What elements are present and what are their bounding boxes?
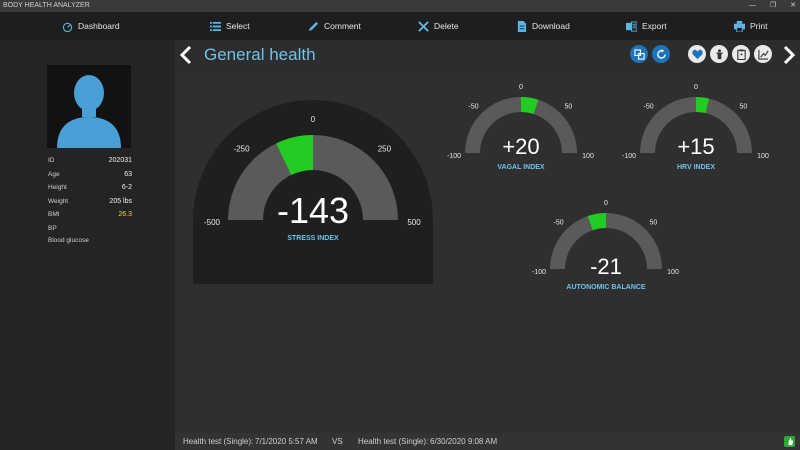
patient-sidebar: ID 202031 Age 63 Height 6-2 Weight 205 lbs BMI 26… [0,40,175,450]
gauge-tick-label: -100 [532,269,546,276]
select-label: Select [226,21,250,31]
patient-row-blood-glucose: Blood glucose [48,237,132,244]
gauge-tick-label: 100 [757,153,769,160]
gauge-tick-label: 250 [378,145,392,154]
person-icon [57,75,121,148]
autonomic-gauge: -100 -50 0 50 100 -21 AUTONOMIC BALANCE [532,200,679,291]
gauge-tick-label: -100 [622,153,636,160]
patient-label: Blood glucose [48,237,89,244]
vagal-gauge: -100 -50 0 50 100 +20 VAGAL INDEX [447,84,594,171]
patient-label: BP [48,225,57,232]
gauge-tick-label: 0 [519,84,523,91]
stress-gauge: -500 -250 0 250 500 -143 STRESS INDEX [193,100,433,284]
hrv-gauge: -100 -50 0 50 100 +15 HRV INDEX [622,84,769,171]
patient-avatar [47,65,131,148]
patient-row-bp: BP [48,225,132,232]
comment-button[interactable]: Comment [308,12,361,40]
gauge-area: -500-2500250500-143STRESS INDEX-100-5005… [193,84,769,291]
thumbs-up-icon [784,436,795,447]
gauge-value: +20 [502,134,539,159]
sidebar-footer [0,433,175,450]
gauge-tick-label: 50 [649,220,657,227]
gauge-tick-label: 50 [739,104,747,111]
print-button[interactable]: Print [734,12,767,40]
close-icon[interactable]: ✕ [790,0,796,12]
right-test-date: 6/30/2020 9:08 AM [430,437,498,446]
gauge-tick-label: -100 [447,153,461,160]
select-button[interactable]: Select [210,12,250,40]
document-icon [517,20,527,32]
patient-value: 26.3 [118,211,132,218]
vs-label: VS [332,437,343,446]
gauge-tick-label: -50 [469,104,479,111]
delete-label: Delete [434,21,459,31]
gauge-label: AUTONOMIC BALANCE [566,284,646,291]
patient-value: 6-2 [121,184,132,191]
patient-row-age: Age 63 [48,171,132,178]
toolbar: Dashboard Select Comment Delete Download… [0,12,800,40]
dashboard-button[interactable]: Dashboard [62,12,120,40]
gauge-tick-label: 0 [311,115,316,124]
dashboard-label: Dashboard [78,21,120,31]
list-icon [210,21,221,31]
pencil-icon [308,21,319,31]
patient-label: Weight [48,198,69,205]
gauge-tick-label: 50 [564,104,572,111]
gauge-label: VAGAL INDEX [497,164,545,171]
gauge-tick-label: 500 [407,218,421,227]
app-title: BODY HEALTH ANALYZER [3,2,90,9]
printer-icon [734,20,745,32]
patient-value: 202031 [108,157,132,164]
gauge-tick-label: -250 [234,145,251,154]
patient-label: Age [48,171,60,178]
patient-value: 205 lbs [109,198,132,205]
gauge-value: -143 [277,190,349,231]
left-test-date: 7/1/2020 5:57 AM [255,437,318,446]
gauge-tick-label: -500 [204,218,221,227]
delete-button[interactable]: Delete [418,12,459,40]
patient-value: 63 [124,171,132,178]
export-button[interactable]: Export [626,12,667,40]
maximize-icon[interactable]: ❐ [770,0,776,12]
gauge-label: STRESS INDEX [287,235,339,242]
patient-row-weight: Weight 205 lbs [48,198,132,205]
download-label: Download [532,21,570,31]
patient-row-bmi: BMI 26.3 [48,211,132,218]
gauge-tick-label: 100 [667,269,679,276]
right-test-label: Health test (Single): [358,437,429,446]
status-bar: Health test (Single): 7/1/2020 5:57 AM V… [175,433,800,450]
title-bar: BODY HEALTH ANALYZER — ❐ ✕ [0,0,800,12]
gauge-value: -21 [590,254,622,279]
gauge-value: +15 [677,134,714,159]
gauge-tick-label: -50 [644,104,654,111]
export-label: Export [642,21,667,31]
print-label: Print [750,21,768,31]
minimize-icon[interactable]: — [749,0,756,12]
gauge-tick-label: 100 [582,153,594,160]
gauge-tick-label: -50 [554,220,564,227]
patient-row-id: ID 202031 [48,157,132,164]
main-panel: General health -500 -250 0 250 500 -143 STRESS… [175,40,800,433]
delete-icon [418,20,429,32]
gauge-tick-label: 0 [694,84,698,91]
window-controls: — ❐ ✕ [749,0,796,12]
patient-label: BMI [48,211,60,218]
download-button[interactable]: Download [516,12,570,40]
export-icon [626,20,637,32]
patient-row-height: Height 6-2 [48,184,132,191]
patient-label: ID [48,157,55,164]
dashboard-icon [62,22,73,32]
gauge-tick-label: 0 [604,200,608,207]
patient-label: Height [48,184,67,191]
gauge-label: HRV INDEX [677,164,715,171]
comment-label: Comment [324,21,361,31]
left-test-label: Health test (Single): [183,437,254,446]
